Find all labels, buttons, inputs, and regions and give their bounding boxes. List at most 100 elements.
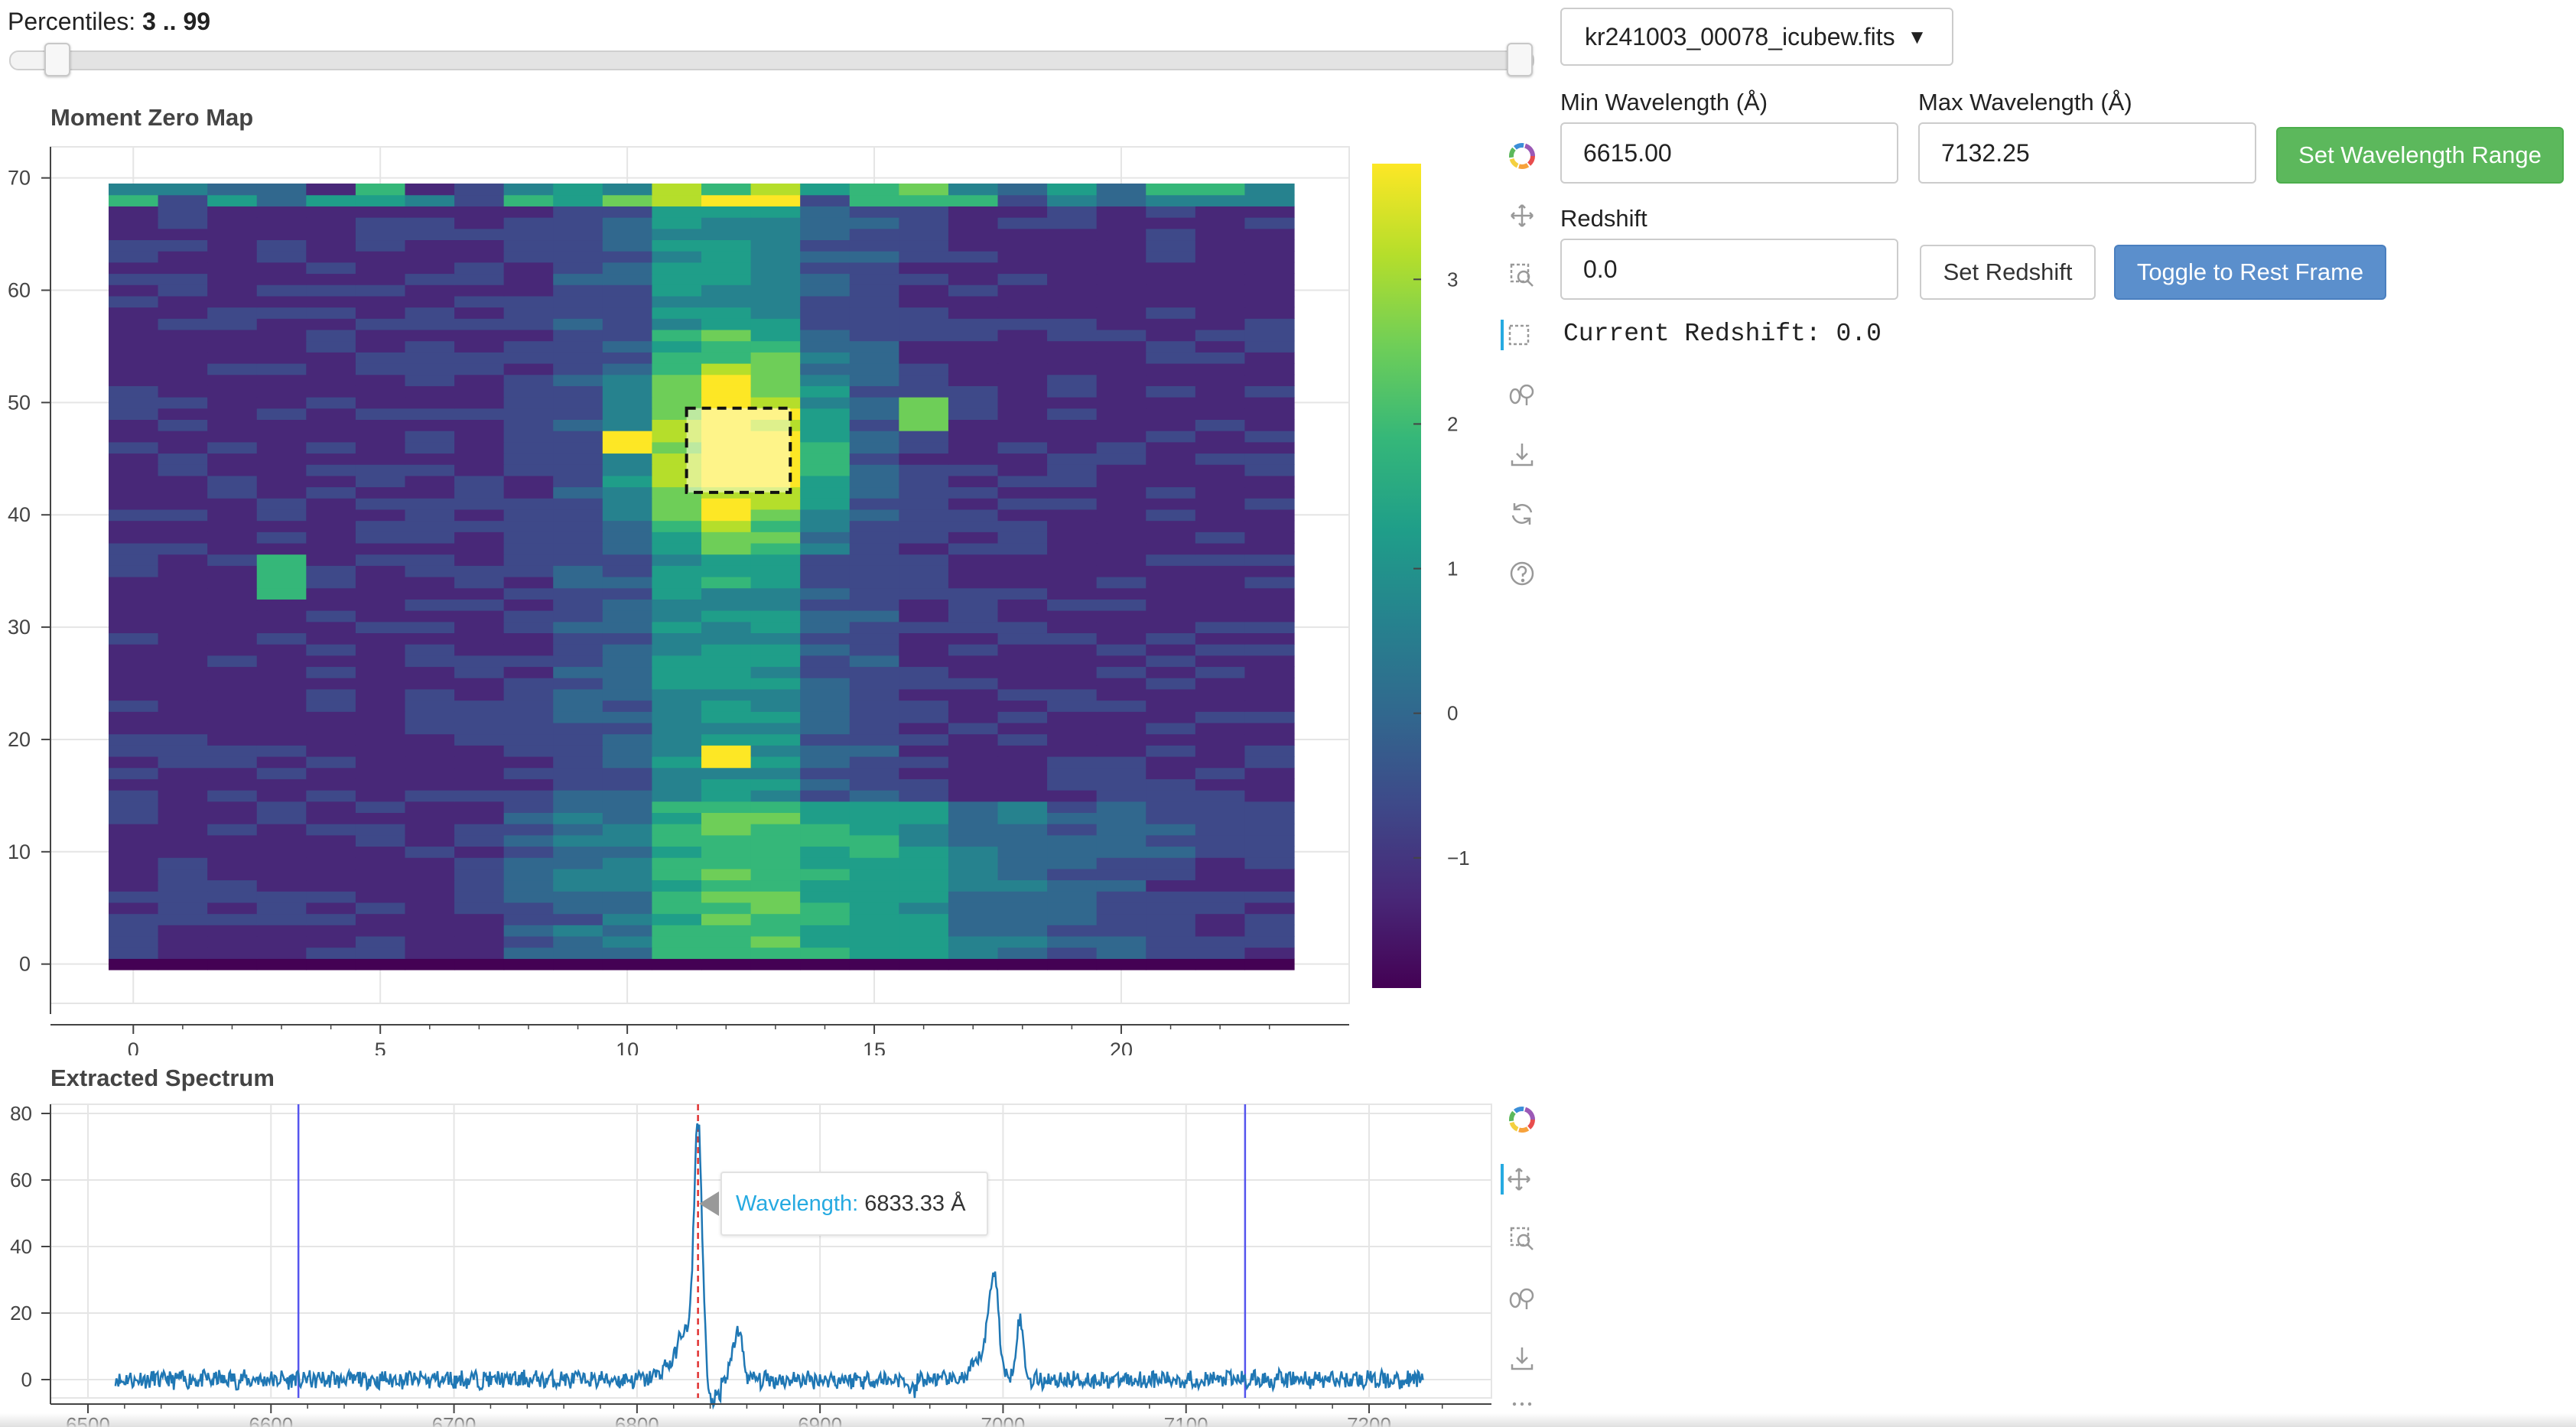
max-wavelength-input[interactable]: 7132.25 <box>1918 122 2256 184</box>
box-select-icon[interactable] <box>1501 320 1534 350</box>
heatmap-cell <box>306 913 356 925</box>
bokeh-logo-icon[interactable] <box>1507 141 1537 171</box>
wheel-zoom-icon[interactable] <box>1507 379 1537 410</box>
heatmap-cell <box>503 767 554 779</box>
heatmap-cell <box>355 857 406 870</box>
heatmap-cell <box>948 790 999 802</box>
heatmap-cell <box>652 194 702 206</box>
heatmap-cell <box>1047 779 1098 791</box>
heatmap-cell <box>1244 217 1295 229</box>
x-tick-label: 15 <box>863 1039 886 1055</box>
heatmap-cell <box>553 947 603 959</box>
heatmap-cell <box>997 217 1048 229</box>
y-tick-label: 40 <box>8 503 31 526</box>
heatmap-cell <box>503 498 554 510</box>
heatmap-cell <box>1195 913 1246 925</box>
heatmap-cell <box>553 475 603 488</box>
heatmap-cell <box>701 812 752 824</box>
bokeh-logo-icon[interactable] <box>1507 1104 1537 1135</box>
heatmap-cell <box>1146 340 1196 353</box>
zoom-icon[interactable] <box>1507 1224 1537 1254</box>
heatmap-cell <box>454 273 505 285</box>
heatmap-cell <box>1096 542 1147 555</box>
reset-icon[interactable] <box>1507 499 1537 529</box>
min-wavelength-input[interactable]: 6615.00 <box>1560 122 1898 184</box>
moment-zero-map-plot[interactable]: 0 5 10 15 20010203040506070 −10123 <box>0 138 1499 1055</box>
heatmap-cell <box>750 217 801 229</box>
heatmap-cell <box>1047 834 1098 847</box>
save-icon[interactable] <box>1507 1343 1537 1373</box>
heatmap-cell <box>306 206 356 218</box>
heatmap-cell <box>1096 239 1147 252</box>
heatmap-cell <box>899 655 949 668</box>
heatmap-cell <box>256 902 307 915</box>
heatmap-cell <box>1096 868 1147 881</box>
file-select[interactable]: kr241003_00078_icubew.fits ▼ <box>1560 8 1953 66</box>
heatmap-cell <box>503 801 554 813</box>
heatmap-cell <box>750 801 801 813</box>
heatmap-cell <box>1244 262 1295 275</box>
heatmap-cell <box>1244 520 1295 532</box>
heatmap-cell <box>256 307 307 319</box>
heatmap-cell <box>1244 329 1295 342</box>
selection-box[interactable] <box>685 406 792 494</box>
set-wavelength-range-button[interactable]: Set Wavelength Range <box>2276 127 2564 184</box>
heatmap-cell <box>109 846 159 858</box>
heatmap-cell <box>454 194 505 206</box>
heatmap-cell <box>405 362 455 375</box>
heatmap-cell <box>207 307 258 319</box>
heatmap-cell <box>355 801 406 813</box>
wheel-zoom-icon[interactable] <box>1507 1283 1537 1314</box>
heatmap-cell <box>405 441 455 454</box>
heatmap-cell <box>1244 295 1295 308</box>
slider-low-handle[interactable] <box>44 43 70 76</box>
heatmap-cell <box>1195 262 1246 275</box>
heatmap-cell <box>849 542 899 555</box>
heatmap-cell <box>948 632 999 645</box>
zoom-icon[interactable] <box>1507 260 1537 291</box>
pan-icon[interactable] <box>1501 1164 1534 1195</box>
heatmap-cell <box>454 486 505 499</box>
map-heatmap[interactable] <box>109 184 1295 970</box>
heatmap-cell <box>109 262 159 275</box>
heatmap-cell <box>948 577 999 589</box>
heatmap-cell <box>306 745 356 757</box>
heatmap-cell <box>503 902 554 915</box>
redshift-input[interactable]: 0.0 <box>1560 239 1898 300</box>
slider-high-handle[interactable] <box>1507 43 1533 76</box>
heatmap-cell <box>899 688 949 701</box>
heatmap-cell <box>503 577 554 589</box>
heatmap-cell <box>256 408 307 420</box>
heatmap-cell <box>750 902 801 915</box>
heatmap-cell <box>701 846 752 858</box>
set-redshift-button[interactable]: Set Redshift <box>1920 245 2096 300</box>
heatmap-cell <box>652 879 702 892</box>
extracted-spectrum-plot[interactable]: 6500660067006800690070007100720002040608… <box>0 1098 1499 1427</box>
heatmap-cell <box>158 935 208 948</box>
heatmap-cell <box>207 565 258 577</box>
heatmap-cell <box>849 531 899 544</box>
heatmap-cell <box>1047 610 1098 622</box>
heatmap-cell <box>207 947 258 959</box>
heatmap-cell <box>750 678 801 690</box>
heatmap-cell <box>1047 812 1098 824</box>
heatmap-cell <box>1195 767 1246 779</box>
heatmap-cell <box>355 486 406 499</box>
heatmap-cell <box>948 352 999 364</box>
heatmap-cell <box>1047 453 1098 465</box>
heatmap-cell <box>306 498 356 510</box>
heatmap-cell <box>1047 352 1098 364</box>
heatmap-cell <box>800 509 851 522</box>
save-icon[interactable] <box>1507 439 1537 470</box>
heatmap-cell <box>1195 554 1246 566</box>
heatmap-cell <box>503 352 554 364</box>
heatmap-cell <box>1047 385 1098 398</box>
pan-icon[interactable] <box>1507 200 1537 231</box>
heatmap-cell <box>849 273 899 285</box>
heatmap-cell <box>849 251 899 263</box>
help-icon[interactable] <box>1507 558 1537 589</box>
heatmap-cell <box>948 700 999 712</box>
heatmap-cell <box>1195 678 1246 690</box>
toggle-rest-frame-button[interactable]: Toggle to Rest Frame <box>2114 245 2386 300</box>
heatmap-cell <box>1244 362 1295 375</box>
